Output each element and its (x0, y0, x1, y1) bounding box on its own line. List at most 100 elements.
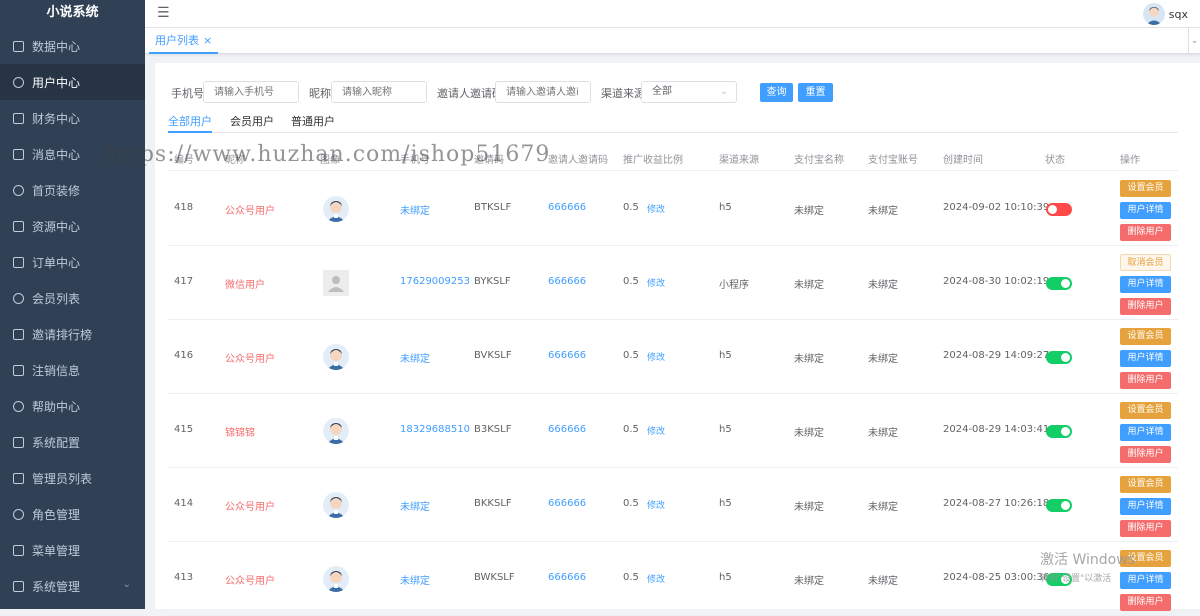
row-ratio: 0.5 (623, 498, 639, 509)
sidebar-item[interactable]: 系统管理 ⌄ (0, 568, 145, 604)
set-member-button[interactable]: 设置会员 (1120, 402, 1171, 419)
edit-ratio-link[interactable]: 修改 (647, 202, 665, 215)
order-icon (13, 256, 24, 268)
sidebar-item[interactable]: 首页装修 (0, 172, 145, 208)
table-header: 编号 昵称 图像 手机号 邀请码 邀请人邀请码 推广收益比例 渠道来源 支付宝名称 支付宝账号 创建… (168, 141, 1178, 171)
channel-select[interactable]: 全部 ⌄ (641, 81, 737, 103)
row-invite-code: BWKSLF (474, 572, 515, 583)
inviter-code-input[interactable] (495, 81, 591, 103)
hamburger-menu-icon[interactable]: ☰ (157, 5, 170, 21)
sidebar-item[interactable]: 帮助中心 (0, 388, 145, 424)
toggle-knob (1048, 205, 1057, 214)
sidebar-item-label: 帮助中心 (32, 399, 81, 414)
sidebar-item[interactable]: 订单中心 (0, 244, 145, 280)
set-member-button[interactable]: 设置会员 (1120, 328, 1171, 345)
sidebar-item[interactable]: 会员列表 (0, 280, 145, 316)
sidebar-item[interactable]: 数据中心 (0, 28, 145, 64)
row-phone[interactable]: 18329688510 (400, 424, 470, 435)
row-phone[interactable]: 未绑定 (400, 350, 430, 365)
row-channel: h5 (719, 424, 732, 435)
row-phone[interactable]: 17629009253 (400, 276, 470, 287)
edit-ratio-link[interactable]: 修改 (647, 276, 665, 289)
query-button[interactable]: 查询 (760, 83, 793, 102)
tab-user-list[interactable]: 用户列表 × (149, 28, 219, 54)
row-nickname: 公众号用户 (225, 354, 275, 365)
nickname-input[interactable] (331, 81, 427, 103)
reset-button[interactable]: 重置 (798, 83, 833, 102)
status-toggle[interactable] (1046, 277, 1072, 290)
user-detail-button[interactable]: 用户详情 (1120, 350, 1171, 367)
edit-ratio-link[interactable]: 修改 (647, 572, 665, 585)
status-toggle[interactable] (1046, 425, 1072, 438)
column-header: 创建时间 (943, 155, 983, 166)
row-inviter-code[interactable]: 666666 (548, 498, 586, 509)
row-id: 415 (174, 424, 194, 435)
sidebar-item[interactable]: 注销信息 (0, 352, 145, 388)
delete-user-button[interactable]: 删除用户 (1120, 520, 1171, 537)
sidebar-item[interactable]: 管理员列表 (0, 460, 145, 496)
phone-input[interactable] (203, 81, 299, 103)
top-bar: ☰ sqx (145, 0, 1200, 28)
close-icon[interactable]: × (203, 34, 212, 47)
sidebar-item-label: 系统管理 (32, 579, 81, 594)
chevron-down-icon[interactable]: ⌄ (1188, 28, 1200, 54)
user-type-tabs: 全部用户 会员用户 普通用户 (168, 113, 1178, 133)
user-detail-button[interactable]: 用户详情 (1120, 424, 1171, 441)
user-detail-button[interactable]: 用户详情 (1120, 572, 1171, 589)
delete-user-button[interactable]: 删除用户 (1120, 446, 1171, 463)
status-toggle[interactable] (1046, 203, 1072, 216)
tab-all-users[interactable]: 全部用户 (168, 113, 212, 133)
row-inviter-code[interactable]: 666666 (548, 350, 586, 361)
row-inviter-code[interactable]: 666666 (548, 572, 586, 583)
sidebar-item[interactable]: 财务中心 (0, 100, 145, 136)
row-phone[interactable]: 未绑定 (400, 498, 430, 513)
user-detail-button[interactable]: 用户详情 (1120, 276, 1171, 293)
sidebar-item[interactable]: 消息中心 (0, 136, 145, 172)
sidebar-item[interactable]: 角色管理 (0, 496, 145, 532)
tab-regular-users[interactable]: 普通用户 (291, 113, 335, 133)
sidebar-item[interactable]: 资源中心 (0, 208, 145, 244)
row-created-time: 2024-08-25 03:00:36 (943, 572, 1050, 583)
edit-ratio-link[interactable]: 修改 (647, 498, 665, 511)
row-phone[interactable]: 未绑定 (400, 202, 430, 217)
cancel-member-button[interactable]: 取消会员 (1120, 254, 1171, 271)
user-menu[interactable]: sqx (1142, 3, 1188, 25)
tab-member-users[interactable]: 会员用户 (230, 113, 274, 133)
row-inviter-code[interactable]: 666666 (548, 202, 586, 213)
sidebar-item[interactable]: 菜单管理 (0, 532, 145, 568)
row-ratio: 0.5 (623, 350, 639, 361)
column-header: 操作 (1120, 155, 1140, 166)
row-inviter-code[interactable]: 666666 (548, 424, 586, 435)
column-header: 图像 (320, 155, 340, 166)
row-ratio: 0.5 (623, 572, 639, 583)
app-logo-title: 小说系统 (46, 5, 99, 20)
sidebar-item[interactable]: 系统配置 (0, 424, 145, 460)
user-detail-button[interactable]: 用户详情 (1120, 498, 1171, 515)
sidebar-item-label: 角色管理 (32, 507, 81, 522)
edit-ratio-link[interactable]: 修改 (647, 350, 665, 363)
user-avatar[interactable] (1142, 3, 1165, 25)
set-member-button[interactable]: 设置会员 (1120, 180, 1171, 197)
sidebar-item[interactable]: 邀请排行榜 (0, 316, 145, 352)
status-toggle[interactable] (1046, 499, 1072, 512)
table-row: 416 公众号用户 未绑定 BVKSLF 666666 0.5 修改 h5 未绑定 未绑定 2024… (168, 320, 1178, 394)
status-toggle[interactable] (1046, 351, 1072, 364)
delete-user-button[interactable]: 删除用户 (1120, 298, 1171, 315)
column-header: 推广收益比例 (623, 155, 683, 166)
set-member-button[interactable]: 设置会员 (1120, 550, 1171, 567)
channel-select-value: 全部 (652, 86, 672, 97)
set-member-button[interactable]: 设置会员 (1120, 476, 1171, 493)
status-toggle[interactable] (1046, 573, 1072, 586)
resource-icon (13, 220, 24, 232)
user-detail-button[interactable]: 用户详情 (1120, 202, 1171, 219)
sidebar-item-label: 消息中心 (32, 147, 81, 162)
row-created-time: 2024-08-29 14:09:27 (943, 350, 1050, 361)
edit-ratio-link[interactable]: 修改 (647, 424, 665, 437)
delete-user-button[interactable]: 删除用户 (1120, 372, 1171, 389)
delete-user-button[interactable]: 删除用户 (1120, 594, 1171, 611)
row-phone[interactable]: 未绑定 (400, 572, 430, 587)
message-icon (13, 148, 24, 160)
row-inviter-code[interactable]: 666666 (548, 276, 586, 287)
sidebar-item[interactable]: 用户中心 (0, 64, 145, 100)
delete-user-button[interactable]: 删除用户 (1120, 224, 1171, 241)
